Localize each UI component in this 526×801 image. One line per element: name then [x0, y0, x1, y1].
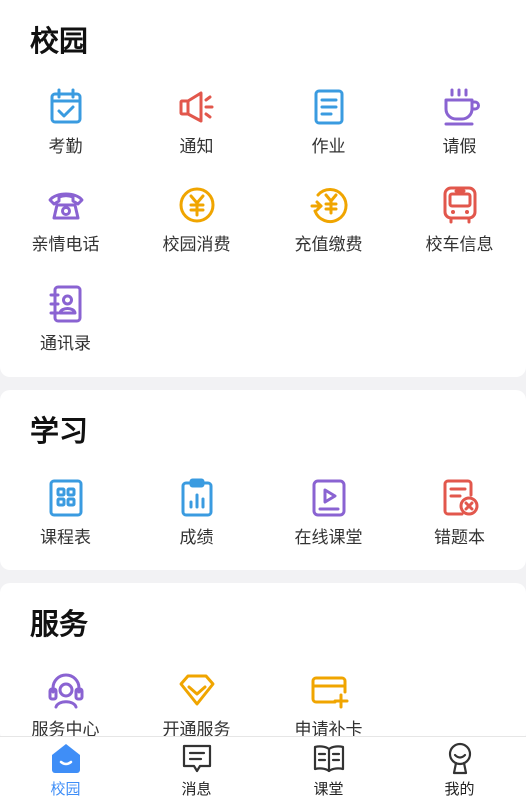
megaphone-icon	[177, 87, 217, 127]
campus-item-school-bus[interactable]: 校车信息	[394, 185, 525, 273]
campus-item-label: 通知	[179, 137, 214, 157]
bottom-tab-bar: 校园 消息 课堂 我的	[0, 736, 526, 801]
home-icon	[49, 741, 83, 775]
tab-mine[interactable]: 我的	[394, 737, 525, 801]
campus-item-label: 充值缴费	[294, 235, 363, 255]
study-item-label: 错题本	[434, 528, 485, 548]
video-play-icon	[309, 478, 349, 518]
yen-recharge-icon	[309, 185, 349, 225]
tab-messages[interactable]: 消息	[131, 737, 262, 801]
message-icon	[180, 741, 214, 775]
tab-campus[interactable]: 校园	[0, 737, 131, 801]
study-item-label: 在线课堂	[294, 528, 363, 548]
telephone-icon	[46, 185, 86, 225]
study-item-label: 成绩	[179, 528, 214, 548]
service-item-service-center[interactable]: 服务中心	[0, 670, 131, 743]
study-title: 学习	[30, 414, 89, 448]
campus-item-label: 校园消费	[162, 235, 231, 255]
diamond-icon	[177, 670, 217, 710]
yen-coin-icon	[177, 185, 217, 225]
card-add-icon	[309, 670, 349, 710]
wrong-notebook-icon	[440, 478, 480, 518]
study-item-label: 课程表	[40, 528, 91, 548]
user-icon	[443, 741, 477, 775]
coffee-cup-icon	[440, 87, 480, 127]
service-title: 服务	[30, 607, 89, 641]
campus-item-label: 考勤	[48, 137, 83, 157]
campus-item-label: 通讯录	[40, 334, 91, 354]
campus-item-label: 亲情电话	[31, 235, 100, 255]
campus-item-leave[interactable]: 请假	[394, 87, 525, 175]
campus-item-label: 作业	[311, 137, 346, 157]
campus-item-recharge[interactable]: 充值缴费	[263, 185, 394, 273]
tab-label: 消息	[181, 780, 212, 798]
study-section: 学习 课程表 成绩 在线课堂 错题本	[0, 390, 526, 570]
contact-book-icon	[46, 284, 86, 324]
open-book-icon	[312, 741, 346, 775]
study-item-online-class[interactable]: 在线课堂	[263, 478, 394, 566]
campus-section: 校园 考勤 通知 作业 请假 亲情电话 校园消费 充值缴费 校车信息 通讯录	[0, 0, 526, 377]
campus-item-family-phone[interactable]: 亲情电话	[0, 185, 131, 273]
campus-item-label: 校车信息	[425, 235, 494, 255]
score-chart-icon	[177, 478, 217, 518]
tab-label: 校园	[50, 780, 81, 798]
calendar-check-icon	[46, 87, 86, 127]
campus-item-contacts[interactable]: 通讯录	[0, 284, 131, 372]
document-list-icon	[309, 87, 349, 127]
campus-item-homework[interactable]: 作业	[263, 87, 394, 175]
service-section: 服务 服务中心 开通服务 申请补卡	[0, 583, 526, 743]
tab-label: 我的	[444, 780, 475, 798]
study-item-scores[interactable]: 成绩	[131, 478, 262, 566]
study-item-wrong-book[interactable]: 错题本	[394, 478, 525, 566]
campus-item-notice[interactable]: 通知	[131, 87, 262, 175]
campus-item-attendance[interactable]: 考勤	[0, 87, 131, 175]
tab-classroom[interactable]: 课堂	[263, 737, 394, 801]
campus-item-label: 请假	[442, 137, 477, 157]
tab-label: 课堂	[313, 780, 344, 798]
service-item-open-service[interactable]: 开通服务	[131, 670, 262, 743]
headset-icon	[46, 670, 86, 710]
study-item-timetable[interactable]: 课程表	[0, 478, 131, 566]
timetable-grid-icon	[46, 478, 86, 518]
service-item-card-reissue[interactable]: 申请补卡	[263, 670, 394, 743]
campus-title: 校园	[30, 24, 89, 58]
campus-item-consumption[interactable]: 校园消费	[131, 185, 262, 273]
bus-icon	[440, 185, 480, 225]
